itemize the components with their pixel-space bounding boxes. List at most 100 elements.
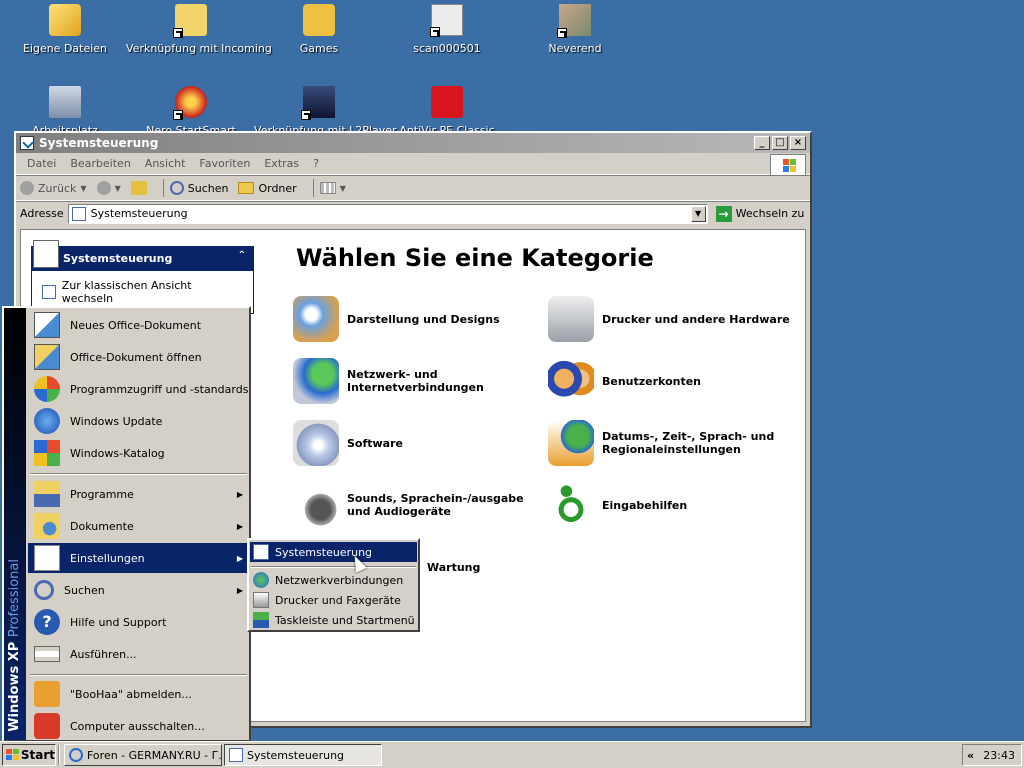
menu-favorites[interactable]: Favoriten xyxy=(192,157,257,170)
start-item-shutdown[interactable]: Computer ausschalten... xyxy=(28,711,249,741)
desktop-icon-l2player[interactable]: Verknüpfung mit L2Player xyxy=(254,86,397,137)
back-arrow-icon xyxy=(20,181,34,195)
desktop-icon-my-documents[interactable]: Eigene Dateien xyxy=(0,4,130,55)
band-brand: Windows XP xyxy=(7,641,22,732)
category-software[interactable]: Software xyxy=(293,420,542,466)
start-item-run[interactable]: Ausführen... xyxy=(28,639,249,669)
desktop-icon-incoming[interactable]: Verknüpfung mit Incoming xyxy=(126,4,272,55)
nero-icon xyxy=(173,86,207,120)
start-item-program-access[interactable]: Programmzugriff und -standards xyxy=(28,374,249,404)
window-titlebar[interactable]: Systemsteuerung _ □ × xyxy=(16,133,810,153)
start-item-logoff[interactable]: "BooHaa" abmelden... xyxy=(28,679,249,709)
desktop-icon-scan[interactable]: scan000501 xyxy=(382,4,512,55)
category-datetime[interactable]: Datums-, Zeit-, Sprach- und Regionaleins… xyxy=(548,420,797,466)
tray-expand-button[interactable]: « xyxy=(967,749,974,762)
search-button[interactable]: Suchen xyxy=(169,181,228,195)
menu-view[interactable]: Ansicht xyxy=(138,157,193,170)
open-office-doc-icon xyxy=(34,344,60,370)
address-value: Systemsteuerung xyxy=(90,207,188,220)
desktop-icon-antivir[interactable]: AntiVir PE Classic xyxy=(382,86,512,137)
submenu-item-label: Drucker und Faxgeräte xyxy=(275,593,401,607)
shutdown-icon xyxy=(34,713,60,739)
category-users[interactable]: Benutzerkonten xyxy=(548,358,797,404)
address-dropdown-button[interactable]: ▼ xyxy=(690,205,706,222)
address-bar: Adresse Systemsteuerung ▼ → Wechseln zu xyxy=(16,201,810,225)
category-label: Benutzerkonten xyxy=(602,374,702,388)
views-button[interactable]: ▼ xyxy=(319,182,346,194)
ie-icon xyxy=(69,748,83,762)
category-label: Drucker und andere Hardware xyxy=(602,312,790,326)
start-item-settings[interactable]: Einstellungen ▶ xyxy=(28,543,249,573)
minimize-button[interactable]: _ xyxy=(754,136,770,150)
start-item-new-office-doc[interactable]: Neues Office-Dokument xyxy=(28,310,249,340)
go-button[interactable]: → Wechseln zu xyxy=(715,205,804,222)
jpeg-file-icon xyxy=(430,4,463,37)
submenu-arrow-icon: ▶ xyxy=(236,489,243,499)
submenu-separator xyxy=(251,566,416,568)
classic-view-link[interactable]: Zur klassischen Ansicht wechseln xyxy=(62,279,243,305)
category-sound[interactable]: Sounds, Sprachein-/ausgabe und Audiogerä… xyxy=(293,482,542,528)
software-icon xyxy=(293,420,339,466)
category-label: Software xyxy=(347,436,403,450)
task-pane-title: Systemsteuerung xyxy=(63,252,173,265)
submenu-item-printers[interactable]: Drucker und Faxgeräte xyxy=(250,590,417,610)
submenu-item-taskbar[interactable]: Taskleiste und Startmenü xyxy=(250,610,417,630)
task-pane-header[interactable]: Systemsteuerung ⌃ xyxy=(31,240,254,271)
start-item-programs[interactable]: Programme ▶ xyxy=(28,479,249,509)
desktop-icon-neverend[interactable]: Neverend xyxy=(510,4,640,55)
windows-catalog-icon xyxy=(34,440,60,466)
submenu-item-control-panel[interactable]: Systemsteuerung xyxy=(250,542,417,562)
category-network[interactable]: Netzwerk- und Internetverbindungen xyxy=(293,358,542,404)
taskbar-item-browser[interactable]: Foren - GERMANY.RU - Г... xyxy=(64,744,222,766)
start-item-search[interactable]: Suchen ▶ xyxy=(28,575,249,605)
settings-submenu: Systemsteuerung Netzwerkverbindungen Dru… xyxy=(247,538,420,632)
submenu-arrow-icon: ▶ xyxy=(236,585,243,595)
desktop-icon-games[interactable]: Games xyxy=(254,4,384,55)
new-office-doc-icon xyxy=(34,312,60,338)
clock[interactable]: 23:43 xyxy=(983,749,1015,762)
start-item-open-office-doc[interactable]: Office-Dokument öffnen xyxy=(28,342,249,372)
close-button[interactable]: × xyxy=(790,136,806,150)
collapse-chevron-icon[interactable]: ⌃ xyxy=(238,250,246,261)
menu-tools[interactable]: Extras xyxy=(257,157,306,170)
taskbar-item-control-panel[interactable]: Systemsteuerung xyxy=(224,744,382,766)
desktop-icon-label: Verknüpfung mit Incoming xyxy=(126,42,272,55)
start-item-help[interactable]: ? Hilfe und Support xyxy=(28,607,249,637)
menu-edit[interactable]: Bearbeiten xyxy=(63,157,137,170)
start-item-label: Windows-Katalog xyxy=(70,446,165,460)
back-button[interactable]: Zurück ▼ xyxy=(20,181,87,195)
neverend-shortcut-icon xyxy=(557,4,591,38)
up-folder-button[interactable] xyxy=(130,181,147,195)
address-input[interactable]: Systemsteuerung ▼ xyxy=(67,203,708,224)
desktop-icon-nero[interactable]: Nero StartSmart xyxy=(126,86,256,137)
windows-logo-icon xyxy=(770,154,806,176)
folders-label: Ordner xyxy=(258,181,297,195)
network-connections-icon xyxy=(253,572,269,588)
menu-file[interactable]: Datei xyxy=(20,157,63,170)
submenu-item-network[interactable]: Netzwerkverbindungen xyxy=(250,570,417,590)
submenu-arrow-icon: ▶ xyxy=(236,553,243,563)
views-grid-icon xyxy=(319,182,336,194)
desktop-icon-my-computer[interactable]: Arbeitsplatz xyxy=(0,86,130,137)
forward-button[interactable]: ▼ xyxy=(96,181,121,195)
task-pane: Systemsteuerung ⌃ Zur klassischen Ansich… xyxy=(31,240,254,314)
settings-icon xyxy=(34,545,60,571)
start-item-windows-catalog[interactable]: Windows-Katalog xyxy=(28,438,249,468)
start-button[interactable]: Start xyxy=(2,744,56,766)
folders-button[interactable]: Ordner xyxy=(238,181,297,195)
back-label: Zurück xyxy=(38,181,77,195)
start-item-documents[interactable]: Dokumente ▶ xyxy=(28,511,249,541)
start-item-windows-update[interactable]: Windows Update xyxy=(28,406,249,436)
maximize-button[interactable]: □ xyxy=(772,136,788,150)
category-accessibility[interactable]: Eingabehilfen xyxy=(548,482,797,528)
control-panel-icon xyxy=(33,240,59,268)
start-item-label: Suchen xyxy=(64,583,105,597)
category-label: Netzwerk- und Internetverbindungen xyxy=(347,368,484,394)
task-label: Systemsteuerung xyxy=(247,748,345,762)
menu-help[interactable]: ? xyxy=(306,157,326,170)
category-appearance[interactable]: Darstellung und Designs xyxy=(293,296,542,342)
control-panel-icon xyxy=(71,206,86,221)
help-icon: ? xyxy=(34,609,60,635)
category-printers[interactable]: Drucker und andere Hardware xyxy=(548,296,797,342)
folder-icon xyxy=(238,182,255,194)
